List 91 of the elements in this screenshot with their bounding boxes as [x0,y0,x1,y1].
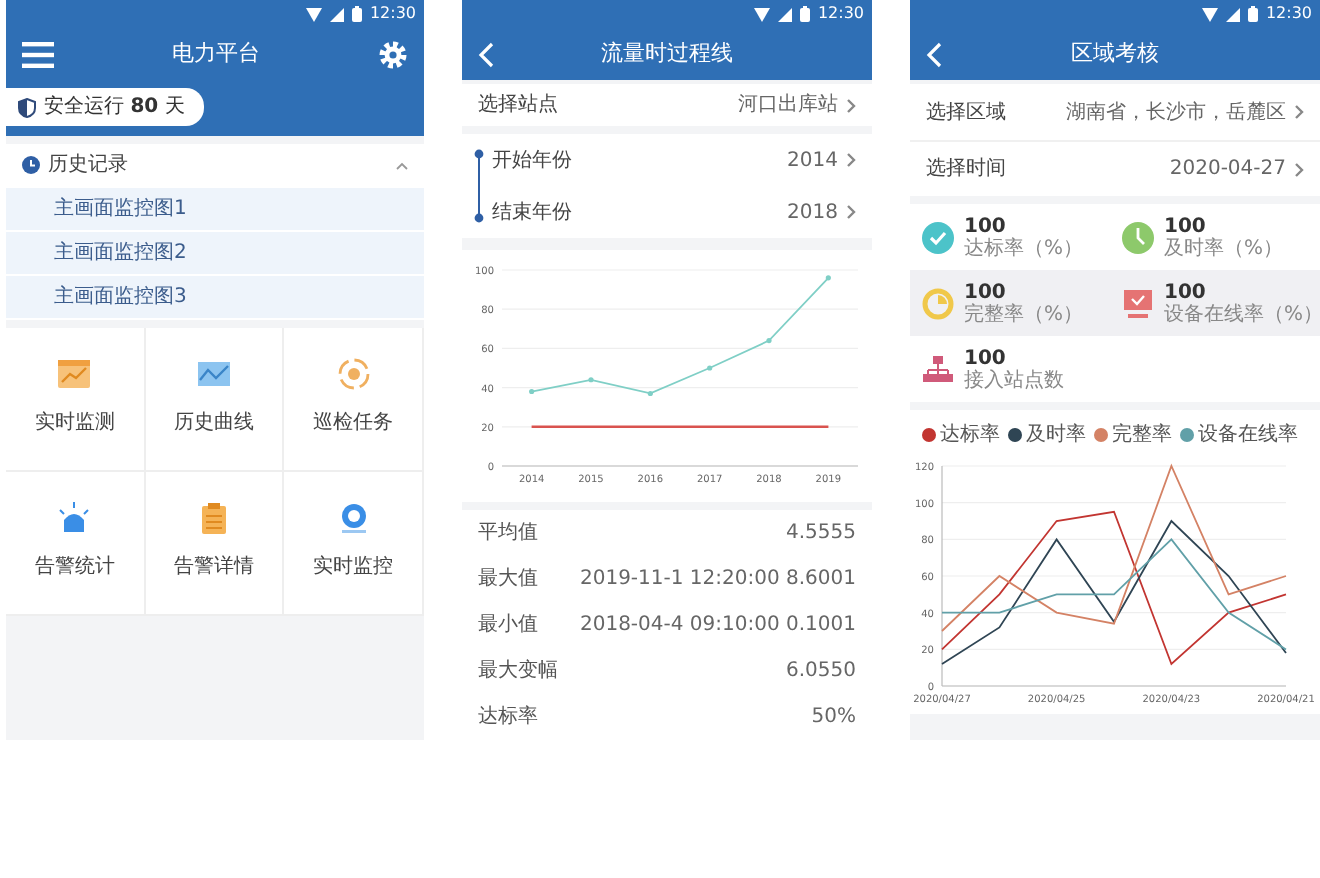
data-point [529,388,535,395]
metric-value: 100 [964,215,1008,237]
region-selector[interactable]: 湖南省，长沙市，岳麓区 [1066,97,1304,127]
eye-ring-icon [335,358,372,392]
stat-value: 2019-11-1 12:20:00 8.6001 [579,566,856,594]
history-header[interactable]: 历史记录 [6,143,424,187]
line-chart-icon [195,358,232,392]
legend-label: 设备在线率 [1198,421,1298,450]
signal-icon [329,7,344,21]
feature-tile[interactable]: 实时监控 [284,471,424,615]
history-item[interactable]: 主画面监控图3 [6,275,424,317]
chevron-right-icon[interactable] [846,204,856,220]
metric-label: 设备在线率（%） [1164,303,1320,325]
feature-tile[interactable]: 巡检任务 [284,327,424,471]
check-circle-icon [922,221,954,253]
stat-value: 2018-04-4 09:10:00 0.1001 [579,612,856,640]
metric-value: 100 [1164,215,1208,237]
battery-icon [1247,6,1258,22]
pie-chart-icon [922,287,954,319]
legend-label: 达标率 [940,421,1000,450]
battery-icon [351,6,362,22]
data-point [707,365,713,371]
wifi-icon [1201,7,1218,21]
station-label: 选择站点 [478,91,558,120]
legend-label: 完整率 [1112,421,1172,450]
signal-icon [1225,7,1240,21]
clock-icon [22,156,40,174]
status-time: 12:30 [369,2,416,26]
safety-badge: 安全运行 80 天 [6,88,205,126]
start-year-selector[interactable]: 2014 [787,145,856,175]
station-selector[interactable]: 河口出库站 [738,90,856,120]
feature-tile[interactable]: 历史曲线 [145,327,285,471]
chevron-right-icon[interactable] [846,97,856,113]
data-point [588,377,594,383]
date-label: 选择时间 [926,155,1006,184]
data-point [647,390,653,397]
data-point [825,275,831,281]
stat-label: 最大值 [478,565,538,594]
signal-icon [777,7,792,21]
metric-value: 100 [964,347,1008,369]
region-label: 选择区域 [926,99,1006,127]
status-time: 12:30 [817,2,864,26]
range-connector-icon [474,148,484,224]
date-selector[interactable]: 2020-04-27 [1169,154,1304,184]
legend-dot [1180,428,1194,442]
clock-icon [1122,221,1154,253]
battery-icon [799,6,810,22]
stat-value: 4.5555 [786,520,856,548]
legend-dot [1094,428,1108,442]
chevron-right-icon[interactable] [1294,161,1304,177]
history-item[interactable]: 主画面监控图2 [6,231,424,273]
stat-label: 平均值 [478,520,538,548]
start-year-label: 开始年份 [492,147,572,175]
screen-title: 电力平台 [172,37,260,70]
legend-dot [922,428,936,442]
screen-title: 流量时过程线 [601,37,733,70]
screen-title: 区域考核 [1071,37,1159,70]
wifi-icon [305,7,322,21]
feature-tile[interactable]: 告警统计 [6,471,146,615]
chart-board-icon [56,358,93,392]
legend-label: 及时率 [1026,421,1086,450]
feature-tile[interactable]: 实时监测 [6,327,146,471]
data-point [766,337,772,344]
settings-icon[interactable] [378,39,408,69]
metric-value: 100 [1164,281,1208,303]
metric-label: 接入站点数 [964,369,1064,391]
back-icon[interactable] [926,41,942,67]
stat-label: 最大变幅 [478,657,558,686]
menu-icon[interactable] [22,41,54,67]
stat-value: 6.0550 [786,658,856,686]
chevron-right-icon[interactable] [846,152,856,168]
status-time: 12:30 [1265,2,1312,26]
metric-label: 及时率（%） [1164,237,1284,259]
history-item[interactable]: 主画面监控图1 [6,187,424,229]
wifi-icon [753,7,770,21]
network-icon [922,353,954,385]
metric-label: 达标率（%） [964,237,1084,259]
chevron-right-icon[interactable] [1294,104,1304,120]
feature-tile[interactable]: 告警详情 [145,471,285,615]
shield-icon [18,97,36,117]
legend-dot [1008,428,1022,442]
stat-label: 最小值 [478,611,538,640]
metric-value: 100 [964,281,1008,303]
back-icon[interactable] [478,41,494,67]
metric-label: 完整率（%） [964,303,1084,325]
end-year-selector[interactable]: 2018 [787,197,856,227]
end-year-label: 结束年份 [492,199,572,227]
alarm-light-icon [56,502,93,536]
stat-label: 达标率 [478,703,538,732]
monitor-icon [1122,287,1154,319]
stat-value: 50% [811,704,856,732]
